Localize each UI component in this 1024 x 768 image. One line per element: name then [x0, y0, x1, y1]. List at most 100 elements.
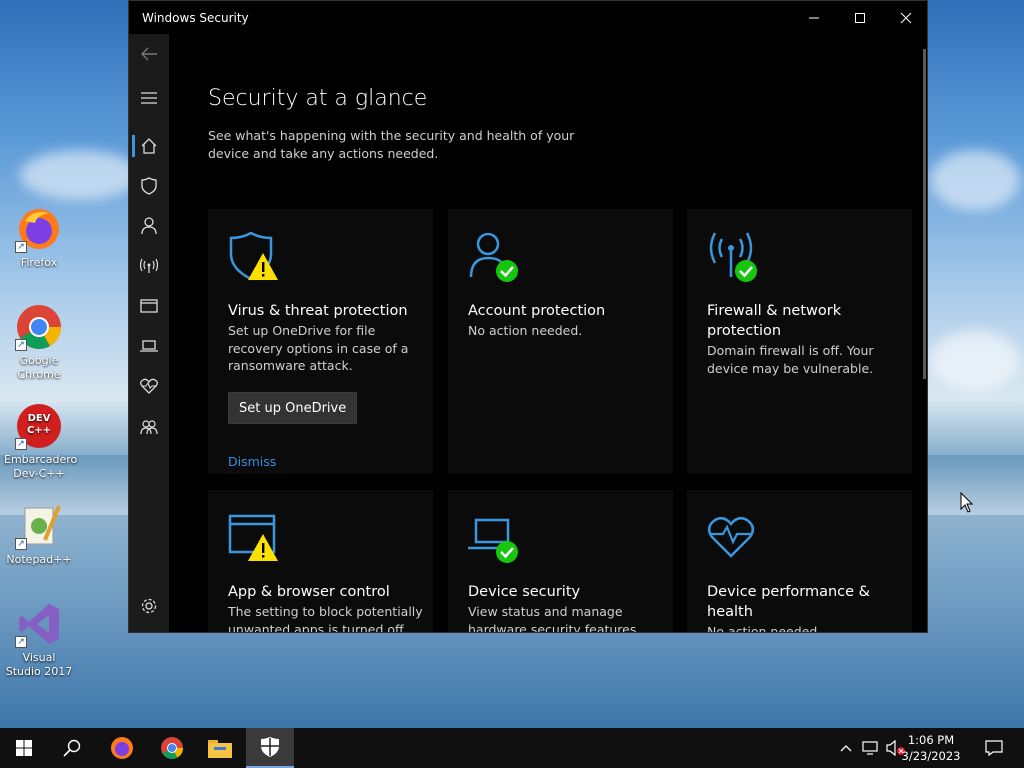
- cloud: [20, 150, 140, 200]
- maximize-icon: [855, 12, 865, 23]
- clock[interactable]: 1:06 PM 3/23/2023: [896, 732, 966, 764]
- nav-account[interactable]: [129, 211, 169, 241]
- visual-studio-icon: ↗: [15, 600, 63, 648]
- window-title: Windows Security: [142, 11, 249, 25]
- family-icon: [140, 420, 158, 435]
- minimize-icon: [809, 17, 819, 18]
- nav-virus-threat[interactable]: [129, 171, 169, 201]
- tile-firewall-network[interactable]: Firewall & network protection Domain fir…: [687, 209, 912, 474]
- setup-onedrive-button[interactable]: Set up OneDrive: [228, 392, 358, 424]
- app-browser-icon: [140, 299, 158, 313]
- tile-device-security[interactable]: Device security View status and manage h…: [448, 490, 673, 633]
- shortcut-arrow-icon: ↗: [15, 636, 27, 648]
- close-button[interactable]: [883, 1, 927, 34]
- desktop-icon-firefox[interactable]: ↗ Firefox: [4, 205, 74, 270]
- tile-title: Device security: [468, 584, 581, 600]
- notifications-icon: [985, 740, 1003, 756]
- heart-pulse-icon: [707, 516, 755, 558]
- laptop-check-icon: [468, 518, 518, 563]
- tile-title: Virus & threat protection: [228, 303, 408, 319]
- dismiss-link[interactable]: Dismiss: [228, 454, 276, 469]
- taskbar: 1:06 PM 3/23/2023: [0, 728, 1024, 768]
- desktop-icon-notepadpp[interactable]: ↗ Notepad++: [4, 502, 74, 567]
- desktop-icon-chrome[interactable]: ↗ Google Chrome: [4, 303, 74, 382]
- tile-title: Firewall & network protection: [707, 303, 842, 339]
- chrome-icon: ↗: [15, 303, 63, 351]
- nav-settings[interactable]: [129, 591, 169, 621]
- title-bar[interactable]: Windows Security: [129, 1, 927, 34]
- shortcut-arrow-icon: ↗: [15, 538, 27, 550]
- chevron-up-icon: [840, 745, 852, 752]
- nav-family[interactable]: [129, 412, 169, 442]
- desktop-icon-visual-studio[interactable]: ↗ Visual Studio 2017: [4, 600, 74, 679]
- tile-description: View status and manage hardware security…: [468, 604, 637, 633]
- nav-device-security[interactable]: [129, 331, 169, 361]
- nav-home[interactable]: [129, 131, 169, 161]
- page-title: Security at a glance: [208, 86, 428, 111]
- taskbar-firefox[interactable]: [98, 728, 146, 768]
- tile-description: No action needed.: [468, 323, 583, 338]
- tile-description: The setting to block potentially unwante…: [228, 604, 423, 633]
- cloud: [930, 330, 1020, 390]
- maximize-button[interactable]: [837, 1, 883, 34]
- tile-app-browser[interactable]: App & browser control The setting to blo…: [208, 490, 433, 633]
- tile-device-performance[interactable]: Device performance & health No action ne…: [687, 490, 912, 633]
- shortcut-arrow-icon: ↗: [15, 438, 27, 450]
- app-browser-warning-icon: [228, 514, 278, 561]
- tile-title: Device performance & health: [707, 584, 870, 620]
- nav-device-performance[interactable]: [129, 371, 169, 401]
- windows-security-icon: [261, 737, 279, 757]
- main-content: Security at a glance See what's happenin…: [169, 34, 927, 633]
- desktop-icon-devcpp[interactable]: DEV C++ ↗ Embarcadero Dev-C++: [4, 402, 78, 481]
- shortcut-arrow-icon: ↗: [15, 339, 27, 351]
- antenna-check-icon: [709, 232, 757, 282]
- menu-button[interactable]: [129, 83, 169, 113]
- notepadpp-icon: ↗: [15, 502, 63, 550]
- minimize-button[interactable]: [791, 1, 837, 34]
- tile-description: Set up OneDrive for file recovery option…: [228, 323, 409, 373]
- tile-description: No action needed.: [707, 624, 822, 633]
- home-icon: [141, 138, 157, 154]
- start-button[interactable]: [0, 728, 48, 768]
- network-icon: [862, 741, 878, 755]
- chrome-icon: [161, 737, 183, 759]
- desktop-icon-label: Google Chrome: [17, 354, 61, 381]
- mouse-cursor-icon: [960, 492, 974, 513]
- close-icon: [900, 12, 912, 23]
- page-subtitle: See what's happening with the security a…: [208, 128, 575, 161]
- nav-firewall[interactable]: [129, 251, 169, 281]
- cloud: [930, 150, 1020, 210]
- action-center-button[interactable]: [970, 728, 1018, 768]
- windows-security-window: Windows Security Security at a glance Se…: [128, 0, 928, 633]
- devcpp-logo-text: DEV C++: [26, 413, 52, 436]
- person-check-icon: [469, 232, 518, 282]
- gear-icon: [141, 598, 157, 614]
- desktop-icon-label: Embarcadero Dev-C++: [4, 453, 78, 480]
- tile-account-protection[interactable]: Account protection No action needed.: [448, 209, 673, 474]
- tray-overflow-button[interactable]: [834, 728, 858, 768]
- taskbar-windows-security[interactable]: [246, 728, 294, 768]
- shield-icon: [141, 177, 157, 195]
- desktop-icon-label: Notepad++: [6, 553, 72, 566]
- tray-network[interactable]: [859, 728, 883, 768]
- taskbar-chrome[interactable]: [148, 728, 196, 768]
- hamburger-menu-icon: [141, 92, 157, 104]
- windows-start-icon: [16, 740, 32, 756]
- scrollbar[interactable]: [923, 49, 926, 379]
- devcpp-icon: DEV C++ ↗: [15, 402, 63, 450]
- search-button[interactable]: [48, 728, 96, 768]
- nav-app-browser[interactable]: [129, 291, 169, 321]
- tile-virus-threat[interactable]: Virus & threat protection Set up OneDriv…: [208, 209, 433, 474]
- shortcut-arrow-icon: ↗: [15, 241, 27, 253]
- firefox-icon: ↗: [15, 205, 63, 253]
- search-icon: [63, 739, 81, 757]
- tile-title: Account protection: [468, 303, 606, 319]
- back-button[interactable]: [129, 39, 169, 69]
- tile-title: App & browser control: [228, 584, 390, 600]
- clock-time: 1:06 PM: [907, 733, 955, 747]
- laptop-icon: [140, 340, 158, 352]
- taskbar-file-explorer[interactable]: [196, 728, 244, 768]
- heart-pulse-icon: [140, 378, 158, 394]
- file-explorer-icon: [208, 740, 232, 758]
- back-arrow-icon: [141, 47, 157, 61]
